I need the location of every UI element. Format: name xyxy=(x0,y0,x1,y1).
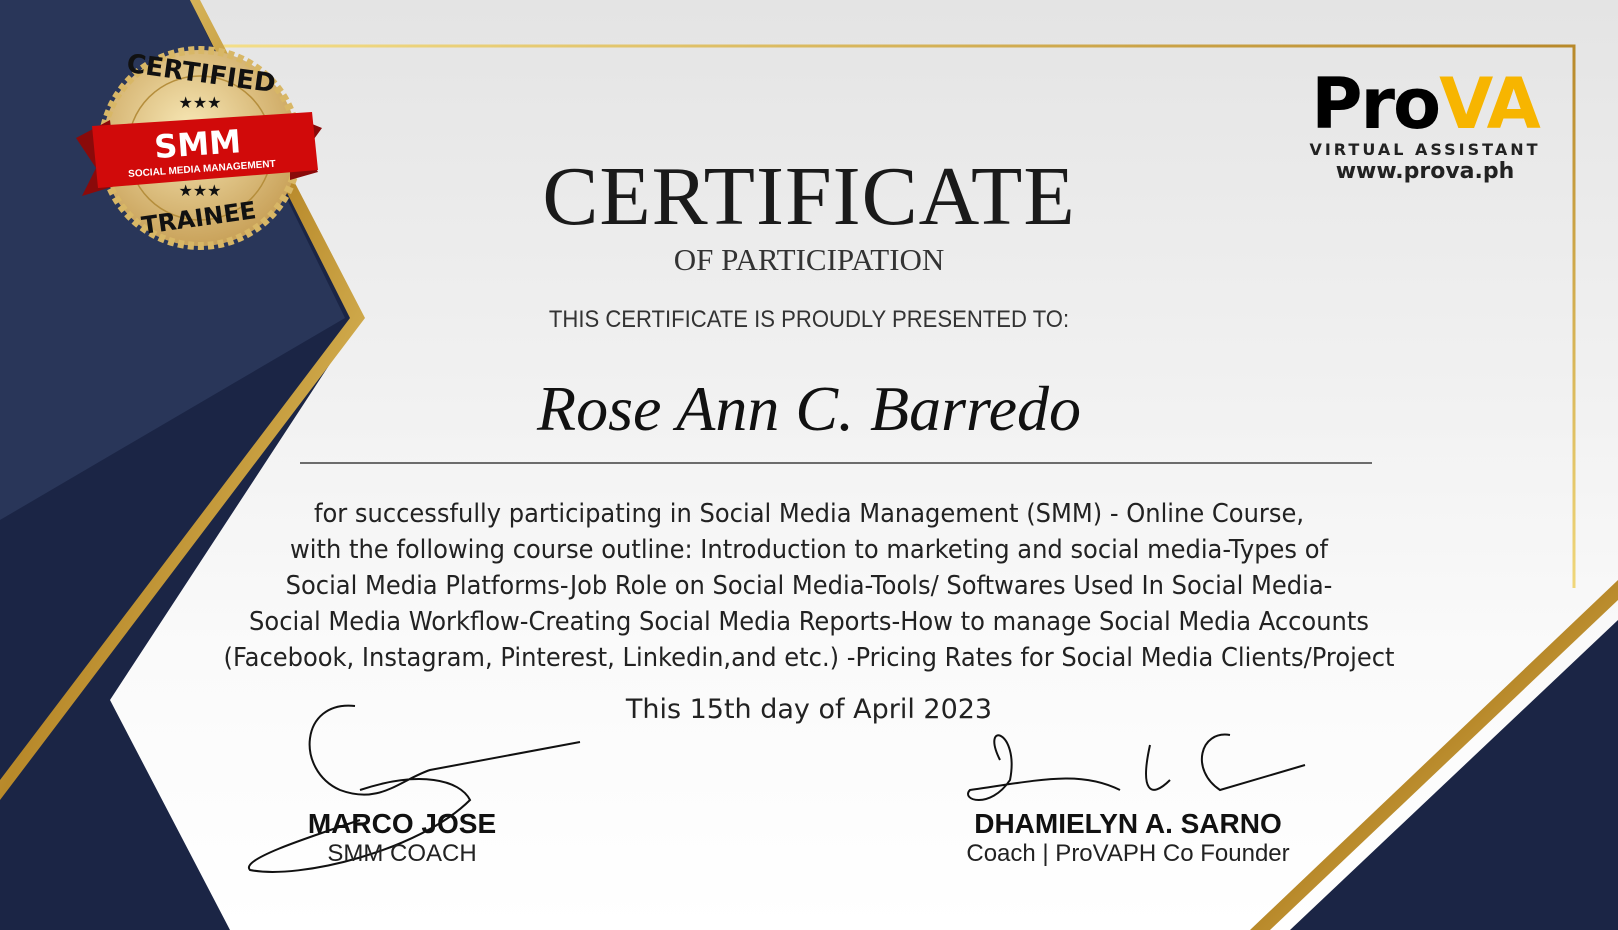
signatory-role: Coach | ProVAPH Co Founder xyxy=(966,840,1290,867)
svg-text:★★★: ★★★ xyxy=(178,93,221,112)
signatory-name: DHAMIELYN A. SARNO xyxy=(974,808,1282,839)
recipient-name: Rose Ann C. Barredo xyxy=(537,373,1081,444)
presented-to-label: THIS CERTIFICATE IS PROUDLY PRESENTED TO… xyxy=(548,306,1070,333)
certificate-body: for successfully participating in Social… xyxy=(0,496,1618,676)
signatory-1: MARCO JOSE SMM COACH xyxy=(252,808,552,868)
certificate-subtitle: OF PARTICIPATION xyxy=(673,242,945,277)
signature-dhamielyn-sarno xyxy=(967,733,1306,801)
body-line: Social Media Workflow-Creating Social Me… xyxy=(249,607,1369,637)
body-line: with the following course outline: Intro… xyxy=(289,535,1329,565)
signatory-role: SMM COACH xyxy=(327,840,477,867)
certificate-title: CERTIFICATE xyxy=(542,150,1076,243)
body-line: (Facebook, Instagram, Pinterest, Linkedi… xyxy=(223,643,1395,673)
body-line: for successfully participating in Social… xyxy=(313,499,1305,529)
signatory-2: DHAMIELYN A. SARNO Coach | ProVAPH Co Fo… xyxy=(928,808,1328,868)
certificate-date: This 15th day of April 2023 xyxy=(625,694,993,725)
signatory-name: MARCO JOSE xyxy=(307,808,497,839)
body-line: Social Media Platforms-Job Role on Socia… xyxy=(285,571,1333,601)
